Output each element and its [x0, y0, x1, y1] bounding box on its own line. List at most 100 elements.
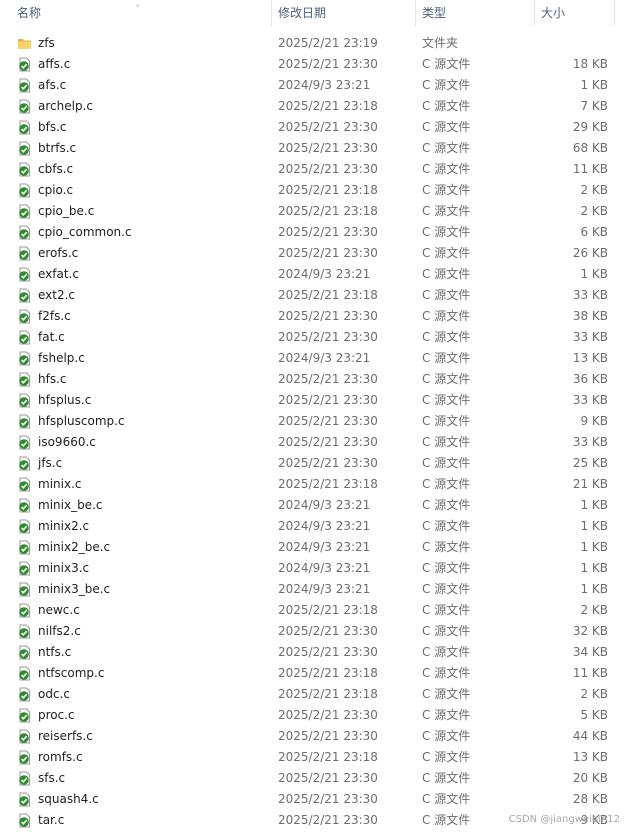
column-divider[interactable] — [271, 0, 272, 26]
file-name[interactable]: f2fs.c — [38, 306, 71, 327]
file-row[interactable]: hfspluscomp.c 2025/2/21 23:30 C 源文件 9 KB — [0, 411, 632, 432]
file-row[interactable]: fat.c 2025/2/21 23:30 C 源文件 33 KB — [0, 327, 632, 348]
file-name[interactable]: cpio_be.c — [38, 201, 94, 222]
column-header-type[interactable]: 类型 — [422, 0, 446, 26]
c-source-file-icon — [17, 351, 32, 366]
file-name[interactable]: hfspluscomp.c — [38, 411, 125, 432]
c-source-file-icon — [17, 498, 32, 513]
file-name[interactable]: minix_be.c — [38, 495, 102, 516]
file-row[interactable]: ext2.c 2025/2/21 23:18 C 源文件 33 KB — [0, 285, 632, 306]
file-name[interactable]: newc.c — [38, 600, 80, 621]
file-type: C 源文件 — [422, 78, 471, 92]
file-row[interactable]: erofs.c 2025/2/21 23:30 C 源文件 26 KB — [0, 243, 632, 264]
c-source-file-icon — [17, 519, 32, 534]
file-name[interactable]: btrfs.c — [38, 138, 76, 159]
file-type: C 源文件 — [422, 351, 471, 365]
file-name[interactable]: erofs.c — [38, 243, 78, 264]
file-name[interactable]: afs.c — [38, 75, 66, 96]
file-row[interactable]: proc.c 2025/2/21 23:30 C 源文件 5 KB — [0, 705, 632, 726]
file-row[interactable]: cpio_common.c 2025/2/21 23:30 C 源文件 6 KB — [0, 222, 632, 243]
file-row[interactable]: cpio_be.c 2025/2/21 23:18 C 源文件 2 KB — [0, 201, 632, 222]
file-row[interactable]: minix2_be.c 2024/9/3 23:21 C 源文件 1 KB — [0, 537, 632, 558]
file-row[interactable]: exfat.c 2024/9/3 23:21 C 源文件 1 KB — [0, 264, 632, 285]
file-name[interactable]: squash4.c — [38, 789, 99, 810]
file-row[interactable]: minix3.c 2024/9/3 23:21 C 源文件 1 KB — [0, 558, 632, 579]
file-name[interactable]: sfs.c — [38, 768, 65, 789]
file-name[interactable]: archelp.c — [38, 96, 93, 117]
file-name[interactable]: fshelp.c — [38, 348, 85, 369]
file-row[interactable]: iso9660.c 2025/2/21 23:30 C 源文件 33 KB — [0, 432, 632, 453]
file-name[interactable]: romfs.c — [38, 747, 83, 768]
file-type: C 源文件 — [422, 267, 471, 281]
file-type: C 源文件 — [422, 603, 471, 617]
file-row[interactable]: archelp.c 2025/2/21 23:18 C 源文件 7 KB — [0, 96, 632, 117]
file-row[interactable]: minix_be.c 2024/9/3 23:21 C 源文件 1 KB — [0, 495, 632, 516]
file-row[interactable]: odc.c 2025/2/21 23:18 C 源文件 2 KB — [0, 684, 632, 705]
column-divider[interactable] — [534, 0, 535, 26]
file-name[interactable]: zfs — [38, 33, 55, 54]
file-name[interactable]: tar.c — [38, 810, 64, 831]
file-row[interactable]: romfs.c 2025/2/21 23:18 C 源文件 13 KB — [0, 747, 632, 768]
file-name[interactable]: exfat.c — [38, 264, 79, 285]
file-size: 26 KB — [572, 246, 608, 260]
file-row[interactable]: minix3_be.c 2024/9/3 23:21 C 源文件 1 KB — [0, 579, 632, 600]
file-size: 29 KB — [572, 120, 608, 134]
file-row[interactable]: cpio.c 2025/2/21 23:18 C 源文件 2 KB — [0, 180, 632, 201]
c-source-file-icon — [17, 771, 32, 786]
file-name[interactable]: fat.c — [38, 327, 65, 348]
file-row[interactable]: minix2.c 2024/9/3 23:21 C 源文件 1 KB — [0, 516, 632, 537]
file-size: 18 KB — [572, 57, 608, 71]
file-row[interactable]: affs.c 2025/2/21 23:30 C 源文件 18 KB — [0, 54, 632, 75]
file-row[interactable]: newc.c 2025/2/21 23:18 C 源文件 2 KB — [0, 600, 632, 621]
file-name[interactable]: proc.c — [38, 705, 75, 726]
c-source-file-icon — [17, 204, 32, 219]
file-row[interactable]: squash4.c 2025/2/21 23:30 C 源文件 28 KB — [0, 789, 632, 810]
column-divider[interactable] — [614, 0, 615, 26]
file-row[interactable]: sfs.c 2025/2/21 23:30 C 源文件 20 KB — [0, 768, 632, 789]
file-name[interactable]: minix.c — [38, 474, 81, 495]
file-row[interactable]: hfs.c 2025/2/21 23:30 C 源文件 36 KB — [0, 369, 632, 390]
file-name[interactable]: cpio.c — [38, 180, 73, 201]
file-name[interactable]: cbfs.c — [38, 159, 73, 180]
file-row[interactable]: fshelp.c 2024/9/3 23:21 C 源文件 13 KB — [0, 348, 632, 369]
file-row[interactable]: afs.c 2024/9/3 23:21 C 源文件 1 KB — [0, 75, 632, 96]
column-header-size[interactable]: 大小 — [541, 0, 565, 26]
file-row[interactable]: cbfs.c 2025/2/21 23:30 C 源文件 11 KB — [0, 159, 632, 180]
file-row[interactable]: jfs.c 2025/2/21 23:30 C 源文件 25 KB — [0, 453, 632, 474]
file-size: 1 KB — [580, 561, 608, 575]
file-name[interactable]: hfsplus.c — [38, 390, 91, 411]
file-name[interactable]: ntfs.c — [38, 642, 71, 663]
file-row[interactable]: hfsplus.c 2025/2/21 23:30 C 源文件 33 KB — [0, 390, 632, 411]
file-row[interactable]: minix.c 2025/2/21 23:18 C 源文件 21 KB — [0, 474, 632, 495]
file-row[interactable]: reiserfs.c 2025/2/21 23:30 C 源文件 44 KB — [0, 726, 632, 747]
file-name[interactable]: nilfs2.c — [38, 621, 81, 642]
file-type: C 源文件 — [422, 372, 471, 386]
file-row[interactable]: ntfs.c 2025/2/21 23:30 C 源文件 34 KB — [0, 642, 632, 663]
file-type: C 源文件 — [422, 729, 471, 743]
column-header-name[interactable]: 名称 — [17, 0, 41, 26]
file-name[interactable]: jfs.c — [38, 453, 62, 474]
column-header-date[interactable]: 修改日期 — [278, 0, 326, 26]
file-name[interactable]: minix3_be.c — [38, 579, 110, 600]
file-name[interactable]: ext2.c — [38, 285, 75, 306]
file-name[interactable]: minix2_be.c — [38, 537, 110, 558]
file-row[interactable]: f2fs.c 2025/2/21 23:30 C 源文件 38 KB — [0, 306, 632, 327]
file-name[interactable]: bfs.c — [38, 117, 67, 138]
file-row[interactable]: btrfs.c 2025/2/21 23:30 C 源文件 68 KB — [0, 138, 632, 159]
file-name[interactable]: minix3.c — [38, 558, 89, 579]
file-name[interactable]: minix2.c — [38, 516, 89, 537]
column-divider[interactable] — [415, 0, 416, 26]
c-source-file-icon — [17, 225, 32, 240]
file-name[interactable]: iso9660.c — [38, 432, 96, 453]
file-row[interactable]: bfs.c 2025/2/21 23:30 C 源文件 29 KB — [0, 117, 632, 138]
file-name[interactable]: hfs.c — [38, 369, 67, 390]
file-row[interactable]: zfs 2025/2/21 23:19 文件夹 — [0, 33, 632, 54]
file-size: 68 KB — [572, 141, 608, 155]
file-name[interactable]: reiserfs.c — [38, 726, 93, 747]
file-row[interactable]: nilfs2.c 2025/2/21 23:30 C 源文件 32 KB — [0, 621, 632, 642]
file-name[interactable]: affs.c — [38, 54, 70, 75]
file-name[interactable]: odc.c — [38, 684, 70, 705]
file-row[interactable]: ntfscomp.c 2025/2/21 23:18 C 源文件 11 KB — [0, 663, 632, 684]
file-name[interactable]: ntfscomp.c — [38, 663, 104, 684]
file-name[interactable]: cpio_common.c — [38, 222, 132, 243]
